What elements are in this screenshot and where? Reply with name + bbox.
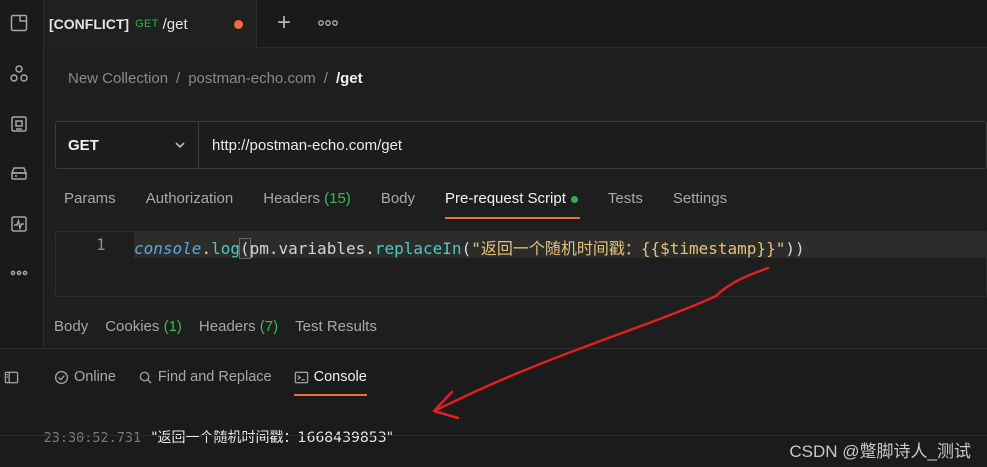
mock-servers-icon[interactable]	[8, 163, 30, 185]
tab-label: Params	[64, 190, 116, 207]
toggle-sidebar-button[interactable]	[4, 370, 24, 385]
tab-title: /get	[162, 15, 188, 33]
console-button[interactable]: Console	[293, 369, 368, 396]
tab-params[interactable]: Params	[64, 190, 116, 220]
breadcrumb-separator: /	[176, 70, 181, 87]
online-label: Online	[74, 369, 116, 385]
code-token: console	[134, 239, 202, 258]
tab-body[interactable]: Body	[381, 190, 415, 220]
response-tab-body[interactable]: Body	[54, 318, 88, 335]
code-token: log	[211, 239, 240, 258]
line-number: 1	[96, 235, 106, 254]
code-token: ))	[785, 239, 805, 258]
response-tabs: Body Cookies (1) Headers (7) Test Result…	[54, 318, 394, 335]
method-value: GET	[68, 136, 99, 154]
breadcrumb-request[interactable]: /get	[336, 70, 363, 87]
tab-bar: [CONFLICT] GET /get +	[44, 0, 987, 48]
tab-method-badge: GET	[135, 18, 159, 30]
tab-label: Pre-request Script	[445, 190, 566, 207]
method-select[interactable]: GET	[56, 122, 199, 168]
find-replace-label: Find and Replace	[157, 369, 272, 385]
tab-label: Cookies	[105, 318, 160, 335]
response-tab-test-results[interactable]: Test Results	[295, 318, 377, 335]
code-line[interactable]: console.log(pm.variables.replaceIn("返回一个…	[134, 235, 805, 259]
online-status-button[interactable]: Online	[54, 369, 116, 385]
log-message: "返回一个随机时间戳：1668439853"	[151, 430, 394, 446]
watermark: CSDN @蹩脚诗人_测试	[789, 442, 971, 461]
code-token: replaceIn	[374, 239, 462, 258]
code-token: .	[201, 239, 212, 258]
response-tab-cookies[interactable]: Cookies (1)	[105, 318, 182, 335]
console-log-entry[interactable]: 23:30:52.731 "返回一个随机时间戳：1668439853"	[28, 411, 394, 463]
environments-icon[interactable]	[8, 113, 30, 135]
find-replace-button[interactable]: Find and Replace	[138, 369, 272, 385]
breadcrumb-collection[interactable]: New Collection	[68, 70, 168, 87]
tab-label: Test Results	[295, 318, 377, 335]
tab-label: Body	[380, 190, 416, 207]
check-circle-icon	[54, 370, 69, 384]
bottom-toolbar: Online Find and Replace Console	[4, 369, 389, 396]
unsaved-dot-icon	[234, 20, 243, 29]
tab-get-request[interactable]: [CONFLICT] GET /get	[44, 0, 257, 48]
tab-authorization[interactable]: Authorization	[146, 190, 234, 220]
apis-icon[interactable]	[8, 63, 30, 85]
breadcrumb-folder[interactable]: postman-echo.com	[188, 70, 316, 87]
tab-label: Authorization	[145, 190, 234, 207]
bottom-panel: Online Find and Replace Console 23:30:52…	[0, 348, 987, 467]
url-input[interactable]	[199, 122, 986, 168]
request-tabs: Params Authorization Headers (15) Body P…	[64, 190, 757, 220]
code-token: (	[239, 238, 251, 259]
divider	[0, 435, 987, 436]
code-token: (	[461, 239, 472, 258]
tab-count: (7)	[259, 318, 279, 335]
monitors-icon[interactable]	[8, 213, 30, 235]
sidebar-toggle-icon	[4, 371, 19, 383]
search-icon	[139, 371, 152, 384]
script-indicator-icon	[570, 195, 578, 203]
request-url-bar: GET	[55, 121, 987, 169]
tab-count: (1)	[163, 318, 182, 335]
chevron-down-icon	[175, 142, 185, 149]
tab-label: Headers	[198, 318, 256, 335]
tab-label: Body	[54, 318, 89, 335]
tab-label: Headers	[263, 190, 320, 207]
tab-count: (15)	[324, 190, 351, 207]
more-tabs-icon[interactable]	[314, 13, 344, 33]
sidebar-rail	[0, 0, 44, 348]
collections-icon[interactable]	[8, 12, 30, 34]
breadcrumb: New Collection / postman-echo.com / /get	[68, 70, 363, 87]
tab-settings[interactable]: Settings	[673, 190, 727, 220]
tab-label: Settings	[672, 190, 728, 207]
tab-pre-request-script[interactable]: Pre-request Script	[445, 190, 580, 220]
console-label: Console	[313, 369, 367, 385]
tab-label: Tests	[607, 190, 643, 207]
log-timestamp: 23:30:52.731	[43, 430, 142, 446]
code-token: "返回一个随机时间戳：{{$timestamp}}"	[471, 239, 786, 258]
code-token: pm.variables.	[249, 239, 375, 258]
more-icon[interactable]	[8, 262, 30, 284]
conflict-label: [CONFLICT]	[49, 16, 130, 32]
response-tab-headers[interactable]: Headers (7)	[199, 318, 278, 335]
tab-tests[interactable]: Tests	[608, 190, 643, 220]
script-editor[interactable]: 1 console.log(pm.variables.replaceIn("返回…	[55, 231, 987, 297]
tab-headers[interactable]: Headers (15)	[263, 190, 351, 220]
console-icon	[294, 371, 308, 383]
breadcrumb-separator: /	[323, 70, 328, 87]
new-tab-button[interactable]: +	[271, 9, 297, 37]
